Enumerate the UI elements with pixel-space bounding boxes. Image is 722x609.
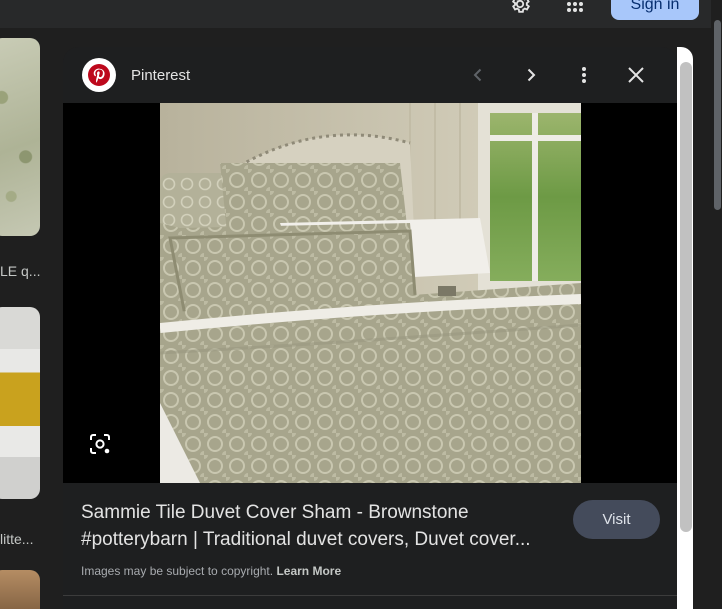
- close-icon: [628, 67, 644, 83]
- gear-icon: [511, 0, 531, 13]
- copyright-text: Images may be subject to copyright.: [81, 564, 274, 578]
- image-title-line-1: Sammie Tile Duvet Cover Sham - Brownston…: [81, 502, 469, 523]
- result-caption[interactable]: litte...: [0, 531, 33, 547]
- pinterest-icon: [88, 64, 110, 86]
- sign-in-button[interactable]: Sign in: [611, 0, 699, 20]
- close-button[interactable]: [621, 60, 651, 90]
- result-thumbnail[interactable]: [0, 570, 40, 609]
- source-logo[interactable]: [82, 58, 116, 92]
- image-title[interactable]: Sammie Tile Duvet Cover Sham - Brownston…: [81, 499, 571, 553]
- previous-button[interactable]: [463, 60, 493, 90]
- lens-search-icon: [90, 434, 110, 454]
- settings-button[interactable]: [507, 0, 533, 14]
- more-options-button[interactable]: [569, 60, 599, 90]
- lens-search-button[interactable]: [85, 429, 115, 459]
- source-name[interactable]: Pinterest: [131, 67, 190, 84]
- apps-grid-icon: [567, 2, 583, 12]
- result-thumbnail[interactable]: [0, 38, 40, 236]
- result-caption[interactable]: LE q...: [0, 263, 40, 279]
- visit-button[interactable]: Visit: [573, 500, 660, 539]
- preview-image[interactable]: [160, 103, 581, 483]
- copyright-notice: Images may be subject to copyright. Lear…: [81, 564, 341, 578]
- top-bar: Sign in: [0, 0, 722, 28]
- chevron-right-icon: [527, 68, 536, 82]
- panel-header: Pinterest: [63, 47, 677, 103]
- chevron-left-icon: [473, 68, 482, 82]
- apps-button[interactable]: [563, 0, 587, 14]
- more-vert-icon: [582, 67, 586, 83]
- divider: [63, 595, 677, 596]
- panel-scrollbar-thumb[interactable]: [680, 62, 692, 532]
- result-thumbnail[interactable]: [0, 307, 40, 499]
- image-preview-panel: Pinterest Sammie Tile Duvet Cover Sham -…: [63, 47, 677, 609]
- page: Sign in LE q... litte... Pinterest Sammi…: [0, 0, 722, 609]
- page-scrollbar-thumb[interactable]: [714, 20, 721, 210]
- image-title-line-2: #potterybarn | Traditional duvet covers,…: [81, 529, 531, 550]
- next-button[interactable]: [516, 60, 546, 90]
- learn-more-link[interactable]: Learn More: [276, 564, 341, 578]
- image-viewer: [63, 103, 677, 483]
- duvet-photo-illustration: [160, 103, 581, 483]
